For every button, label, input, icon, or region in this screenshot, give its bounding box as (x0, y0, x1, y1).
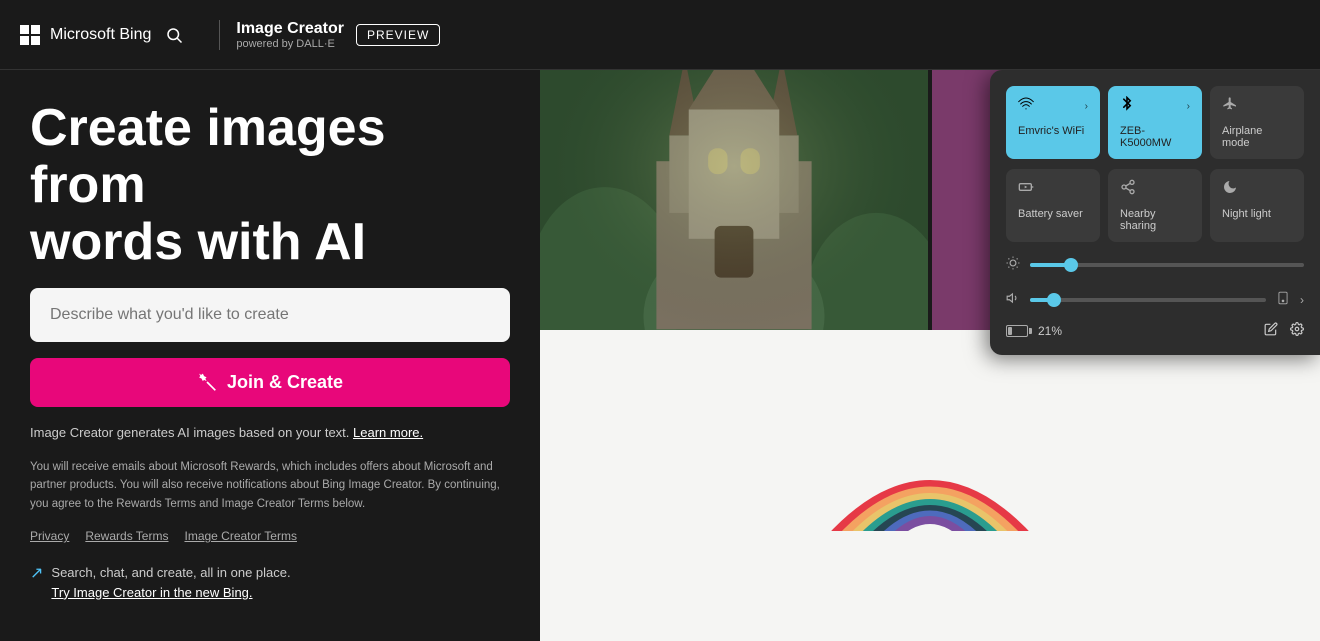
edit-button[interactable] (1264, 322, 1278, 339)
preview-badge: PREVIEW (356, 24, 440, 46)
qs-tile-bluetooth-header: › (1120, 96, 1190, 117)
qs-airplane-label: Airplane mode (1222, 125, 1292, 149)
qs-tile-night-light-header (1222, 179, 1292, 200)
volume-right-icon (1276, 291, 1290, 308)
qs-tile-battery-header (1018, 179, 1088, 200)
battery-icon (1006, 325, 1032, 337)
join-create-label: Join & Create (227, 372, 343, 393)
image-creator-branding: Image Creator powered by DALL·E (236, 20, 344, 50)
header-divider (219, 20, 220, 50)
brightness-thumb (1064, 258, 1078, 272)
volume-icon (1006, 291, 1020, 308)
description-text: Image Creator generates AI images based … (30, 423, 510, 443)
image-creator-terms-link[interactable]: Image Creator Terms (184, 529, 296, 543)
brightness-slider[interactable] (1030, 263, 1304, 267)
rewards-terms-link[interactable]: Rewards Terms (85, 529, 168, 543)
bing-logo-text: Microsoft Bing (50, 26, 151, 44)
windows-icon (20, 25, 40, 45)
search-button[interactable] (165, 26, 183, 44)
battery-info: 21% (1006, 324, 1062, 338)
qs-tile-airplane[interactable]: Airplane mode (1210, 86, 1304, 159)
header: Microsoft Bing Image Creator powered by … (0, 0, 1320, 70)
prompt-input[interactable] (30, 288, 510, 342)
main-heading: Create images from words with AI (30, 100, 510, 272)
bluetooth-chevron-icon: › (1187, 101, 1190, 112)
brightness-slider-row (1006, 252, 1304, 277)
rainbow-svg (820, 421, 1040, 551)
volume-slider[interactable] (1030, 298, 1266, 302)
qs-battery-saver-label: Battery saver (1018, 208, 1088, 220)
qs-bluetooth-label: ZEB-K5000MW (1120, 125, 1190, 149)
battery-fill (1008, 327, 1012, 335)
qs-tile-wifi-header: › (1018, 96, 1088, 117)
heading-line2: words with AI (30, 213, 366, 271)
qs-tile-battery-saver[interactable]: Battery saver (1006, 169, 1100, 242)
battery-percent: 21% (1038, 324, 1062, 338)
qs-tile-nearby-sharing[interactable]: Nearby sharing (1108, 169, 1202, 242)
quick-settings-panel: › Emvric's WiFi › ZEB-K5000MW (990, 70, 1320, 355)
nearby-sharing-icon (1120, 179, 1136, 200)
rainbow-image (540, 330, 1320, 641)
wifi-chevron-icon: › (1085, 101, 1088, 112)
volume-slider-row: › (1006, 287, 1304, 312)
night-light-icon (1222, 179, 1238, 200)
qs-tile-bluetooth[interactable]: › ZEB-K5000MW (1108, 86, 1202, 159)
bluetooth-icon (1120, 96, 1134, 117)
promo-text: Search, chat, and create, all in one pla… (51, 563, 290, 602)
battery-saver-icon (1018, 179, 1034, 200)
powered-by-text: powered by DALL·E (236, 38, 344, 50)
heading-line1: Create images from (30, 99, 386, 214)
qs-bottom-row: 21% (1006, 322, 1304, 339)
airplane-icon (1222, 96, 1238, 117)
brightness-icon (1006, 256, 1020, 273)
qs-tile-wifi[interactable]: › Emvric's WiFi (1006, 86, 1100, 159)
qs-row-2: Battery saver Nearby sharing (1006, 169, 1304, 242)
new-bing-link[interactable]: Try Image Creator in the new Bing. (51, 585, 252, 600)
privacy-link[interactable]: Privacy (30, 529, 69, 543)
wifi-icon (1018, 96, 1034, 117)
settings-button[interactable] (1290, 322, 1304, 339)
qs-night-light-label: Night light (1222, 208, 1292, 220)
right-panel: › Emvric's WiFi › ZEB-K5000MW (540, 70, 1320, 641)
join-create-button[interactable]: Join & Create (30, 358, 510, 407)
disclaimer-text: You will receive emails about Microsoft … (30, 458, 510, 513)
qs-wifi-label: Emvric's WiFi (1018, 125, 1088, 137)
volume-thumb (1047, 293, 1061, 307)
wand-icon (197, 372, 217, 392)
links-row: Privacy Rewards Terms Image Creator Term… (30, 529, 510, 543)
qs-tile-airplane-header (1222, 96, 1292, 117)
learn-more-link[interactable]: Learn more. (353, 425, 423, 440)
volume-chevron: › (1300, 293, 1304, 307)
qs-nearby-sharing-label: Nearby sharing (1120, 208, 1190, 232)
left-panel: Create images from words with AI Join & … (0, 70, 540, 641)
promo-section: ↗ Search, chat, and create, all in one p… (30, 563, 510, 602)
promo-icon: ↗ (30, 563, 43, 583)
rainbow-area (540, 330, 1320, 641)
image-creator-title: Image Creator (236, 20, 344, 38)
qs-action-buttons (1264, 322, 1304, 339)
qs-tile-night-light[interactable]: Night light (1210, 169, 1304, 242)
qs-tile-nearby-sharing-header (1120, 179, 1190, 200)
main-content: Create images from words with AI Join & … (0, 70, 1320, 641)
battery-tip (1029, 328, 1032, 334)
castle-image (540, 70, 928, 330)
logo-section: Microsoft Bing (20, 25, 183, 45)
qs-row-1: › Emvric's WiFi › ZEB-K5000MW (1006, 86, 1304, 159)
